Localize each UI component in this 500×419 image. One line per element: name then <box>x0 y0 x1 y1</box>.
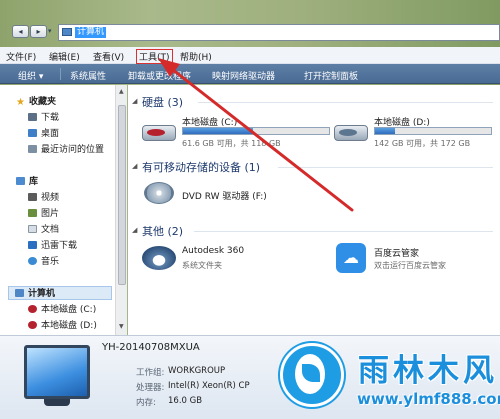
download-icon <box>28 113 37 121</box>
watermark-url: www.ylmf888.com <box>357 390 500 408</box>
group-divider <box>198 102 493 103</box>
group-divider <box>194 231 493 232</box>
address-row: ◂ ▸ ▾ 计算机 <box>0 0 500 45</box>
nav-libraries[interactable]: 库 <box>16 175 38 189</box>
address-path: 计算机 <box>75 27 107 38</box>
menu-view[interactable]: 查看(V) <box>93 50 124 63</box>
picture-icon <box>28 209 37 217</box>
toolbar-separator <box>60 68 61 80</box>
dvd-drive-name[interactable]: DVD RW 驱动器 (F:) <box>182 189 267 202</box>
nav-favorites[interactable]: ★ 收藏夹 <box>16 95 56 109</box>
monitor-stand <box>44 399 70 406</box>
baidu-cloud-description: 双击运行百度云管家 <box>374 261 446 270</box>
baidu-cloud-name[interactable]: 百度云管家 <box>374 246 419 259</box>
hard-disk-icon <box>28 305 37 313</box>
menu-file[interactable]: 文件(F) <box>6 50 36 63</box>
video-icon <box>28 193 37 201</box>
drive-c-free-space: 61.6 GB 可用，共 118 GB <box>182 139 281 148</box>
computer-icon <box>15 289 24 297</box>
scroll-down-icon[interactable]: ▼ <box>119 323 124 330</box>
organize-button[interactable]: 组织 ▾ <box>18 69 43 82</box>
nav-desktop[interactable]: 桌面 <box>28 127 59 141</box>
nav-documents[interactable]: 文档 <box>28 223 59 237</box>
nav-disk-d[interactable]: 本地磁盘 (D:) <box>28 319 97 333</box>
baidu-cloud-icon[interactable]: ☁ <box>336 243 366 273</box>
memory-value: 16.0 GB <box>168 396 203 406</box>
nav-computer[interactable]: 计算机 <box>8 286 112 300</box>
collapse-icon[interactable]: ◢ <box>132 97 137 105</box>
nav-recent[interactable]: 最近访问的位置 <box>28 143 104 157</box>
scrollbar-thumb[interactable] <box>118 105 126 285</box>
collapse-icon[interactable]: ◢ <box>132 226 137 234</box>
computer-monitor-icon <box>24 345 90 399</box>
nav-pictures[interactable]: 图片 <box>28 207 59 221</box>
cpu-label: 处理器: <box>136 383 165 393</box>
autodesk-360-name[interactable]: Autodesk 360 <box>182 246 244 256</box>
menu-edit[interactable]: 编辑(E) <box>49 50 80 63</box>
group-divider <box>278 167 493 168</box>
nav-videos[interactable]: 视频 <box>28 191 59 205</box>
system-properties-button[interactable]: 系统属性 <box>70 69 106 82</box>
scroll-up-icon[interactable]: ▲ <box>119 88 124 95</box>
dvd-drive-icon[interactable] <box>144 182 174 204</box>
open-control-panel-button[interactable]: 打开控制面板 <box>304 69 358 82</box>
nav-xunlei[interactable]: 迅雷下载 <box>28 239 77 253</box>
nav-scrollbar[interactable]: ▲ ▼ <box>115 85 127 335</box>
nav-downloads[interactable]: 下载 <box>28 111 59 125</box>
menu-help[interactable]: 帮助(H) <box>180 50 212 63</box>
autodesk-360-icon[interactable] <box>142 246 176 270</box>
workgroup-value: WORKGROUP <box>168 366 226 376</box>
star-icon: ★ <box>16 97 25 108</box>
address-bar[interactable]: 计算机 <box>58 24 500 41</box>
hard-disk-icon[interactable] <box>334 125 368 141</box>
computer-name: YH-20140708MXUA <box>102 342 200 353</box>
leaf-icon <box>302 364 320 382</box>
map-network-drive-button[interactable]: 映射网络驱动器 <box>212 69 275 82</box>
watermark-logo <box>280 343 344 407</box>
xunlei-icon <box>28 241 37 249</box>
menu-bar: 文件(F) 编辑(E) 查看(V) 工具(T) 帮助(H) <box>0 47 500 64</box>
drive-d-free-space: 142 GB 可用，共 172 GB <box>374 139 471 148</box>
explorer-window: ◂ ▸ ▾ 计算机 文件(F) 编辑(E) 查看(V) 工具(T) 帮助(H) … <box>0 0 500 419</box>
document-icon <box>28 225 37 233</box>
drive-c-usage-bar <box>182 127 330 135</box>
group-removable[interactable]: 有可移动存储的设备 (1) <box>142 159 260 175</box>
back-button[interactable]: ◂ <box>12 25 29 38</box>
nav-disk-c[interactable]: 本地磁盘 (C:) <box>28 303 96 317</box>
group-other[interactable]: 其他 (2) <box>142 223 183 239</box>
recent-places-icon <box>28 145 37 153</box>
forward-button[interactable]: ▸ <box>30 25 47 38</box>
navigation-pane: ★ 收藏夹 下载 桌面 最近访问的位置 库 视频 图片 文档 迅雷下载 音乐 计… <box>0 85 115 335</box>
content-pane: ◢ 硬盘 (3) 本地磁盘 (C:) 61.6 GB 可用，共 118 GB 本… <box>128 85 500 335</box>
drive-d-usage-bar <box>374 127 492 135</box>
command-toolbar: 组织 ▾ 系统属性 卸载或更改程序 映射网络驱动器 打开控制面板 <box>0 64 500 84</box>
library-icon <box>16 177 25 185</box>
computer-icon <box>62 28 72 36</box>
menu-tools[interactable]: 工具(T) <box>136 49 173 64</box>
workgroup-label: 工作组: <box>136 368 165 378</box>
desktop-icon <box>28 129 37 137</box>
nav-music[interactable]: 音乐 <box>28 255 59 269</box>
watermark-title: 雨林木风 <box>358 353 498 389</box>
memory-label: 内存: <box>136 398 156 408</box>
autodesk-360-type: 系统文件夹 <box>182 261 222 270</box>
music-icon <box>28 257 37 265</box>
hard-disk-icon[interactable] <box>142 125 176 141</box>
group-hard-disks[interactable]: 硬盘 (3) <box>142 94 183 110</box>
hard-disk-icon <box>28 321 37 329</box>
uninstall-program-button[interactable]: 卸载或更改程序 <box>128 69 191 82</box>
cpu-value: Intel(R) Xeon(R) CP <box>168 381 250 391</box>
collapse-icon[interactable]: ◢ <box>132 162 137 170</box>
history-dropdown-icon[interactable]: ▾ <box>48 27 52 35</box>
